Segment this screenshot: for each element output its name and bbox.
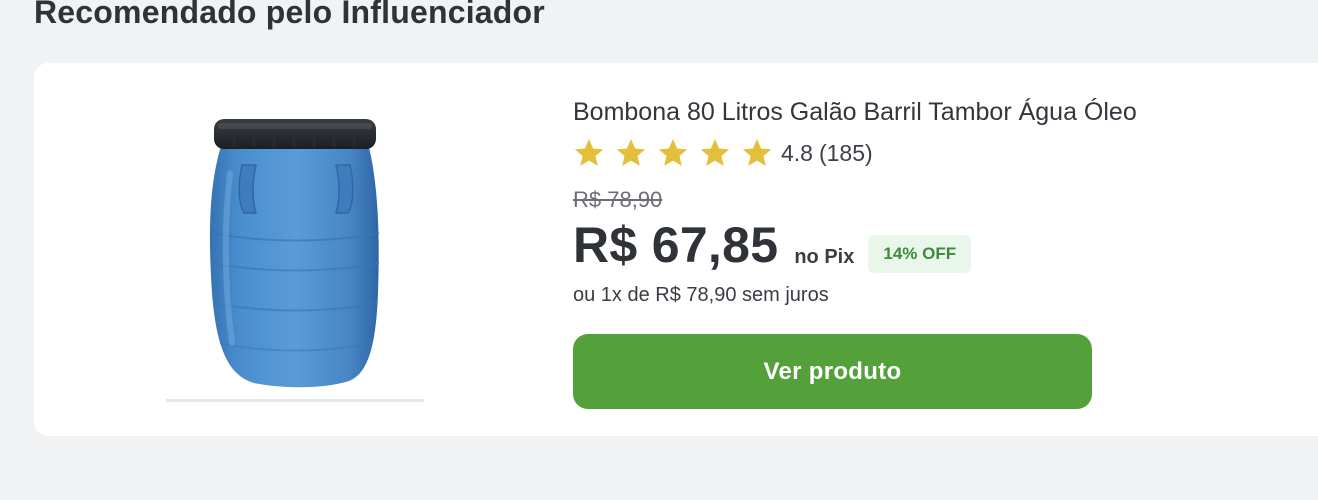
price-row: R$ 67,85 no Pix 14% OFF <box>573 215 1213 275</box>
rating-stars <box>573 136 783 170</box>
product-info: Bombona 80 Litros Galão Barril Tambor Ág… <box>573 93 1213 309</box>
installments: ou 1x de R$ 78,90 sem juros <box>573 284 829 306</box>
product-card: Bombona 80 Litros Galão Barril Tambor Ág… <box>34 63 1318 436</box>
pix-label: no Pix <box>794 246 855 268</box>
product-image[interactable] <box>164 113 428 405</box>
star-icon <box>614 136 648 170</box>
view-product-button[interactable]: Ver produto <box>573 334 1092 409</box>
price: R$ 67,85 <box>573 217 779 273</box>
section-title: Recomendado pelo Influenciador <box>34 0 545 30</box>
old-price: R$ 78,90 <box>573 187 663 212</box>
blue-barrel-image <box>166 119 424 402</box>
star-icon <box>572 136 606 170</box>
rating: 4.8 (185) <box>573 133 1213 173</box>
star-icon <box>740 136 774 170</box>
product-title[interactable]: Bombona 80 Litros Galão Barril Tambor Ág… <box>573 93 1213 131</box>
star-icon <box>656 136 690 170</box>
rating-value: 4.8 <box>781 139 813 166</box>
rating-count: (185) <box>818 139 873 166</box>
discount-badge: 14% OFF <box>868 235 972 273</box>
star-icon <box>698 136 732 170</box>
